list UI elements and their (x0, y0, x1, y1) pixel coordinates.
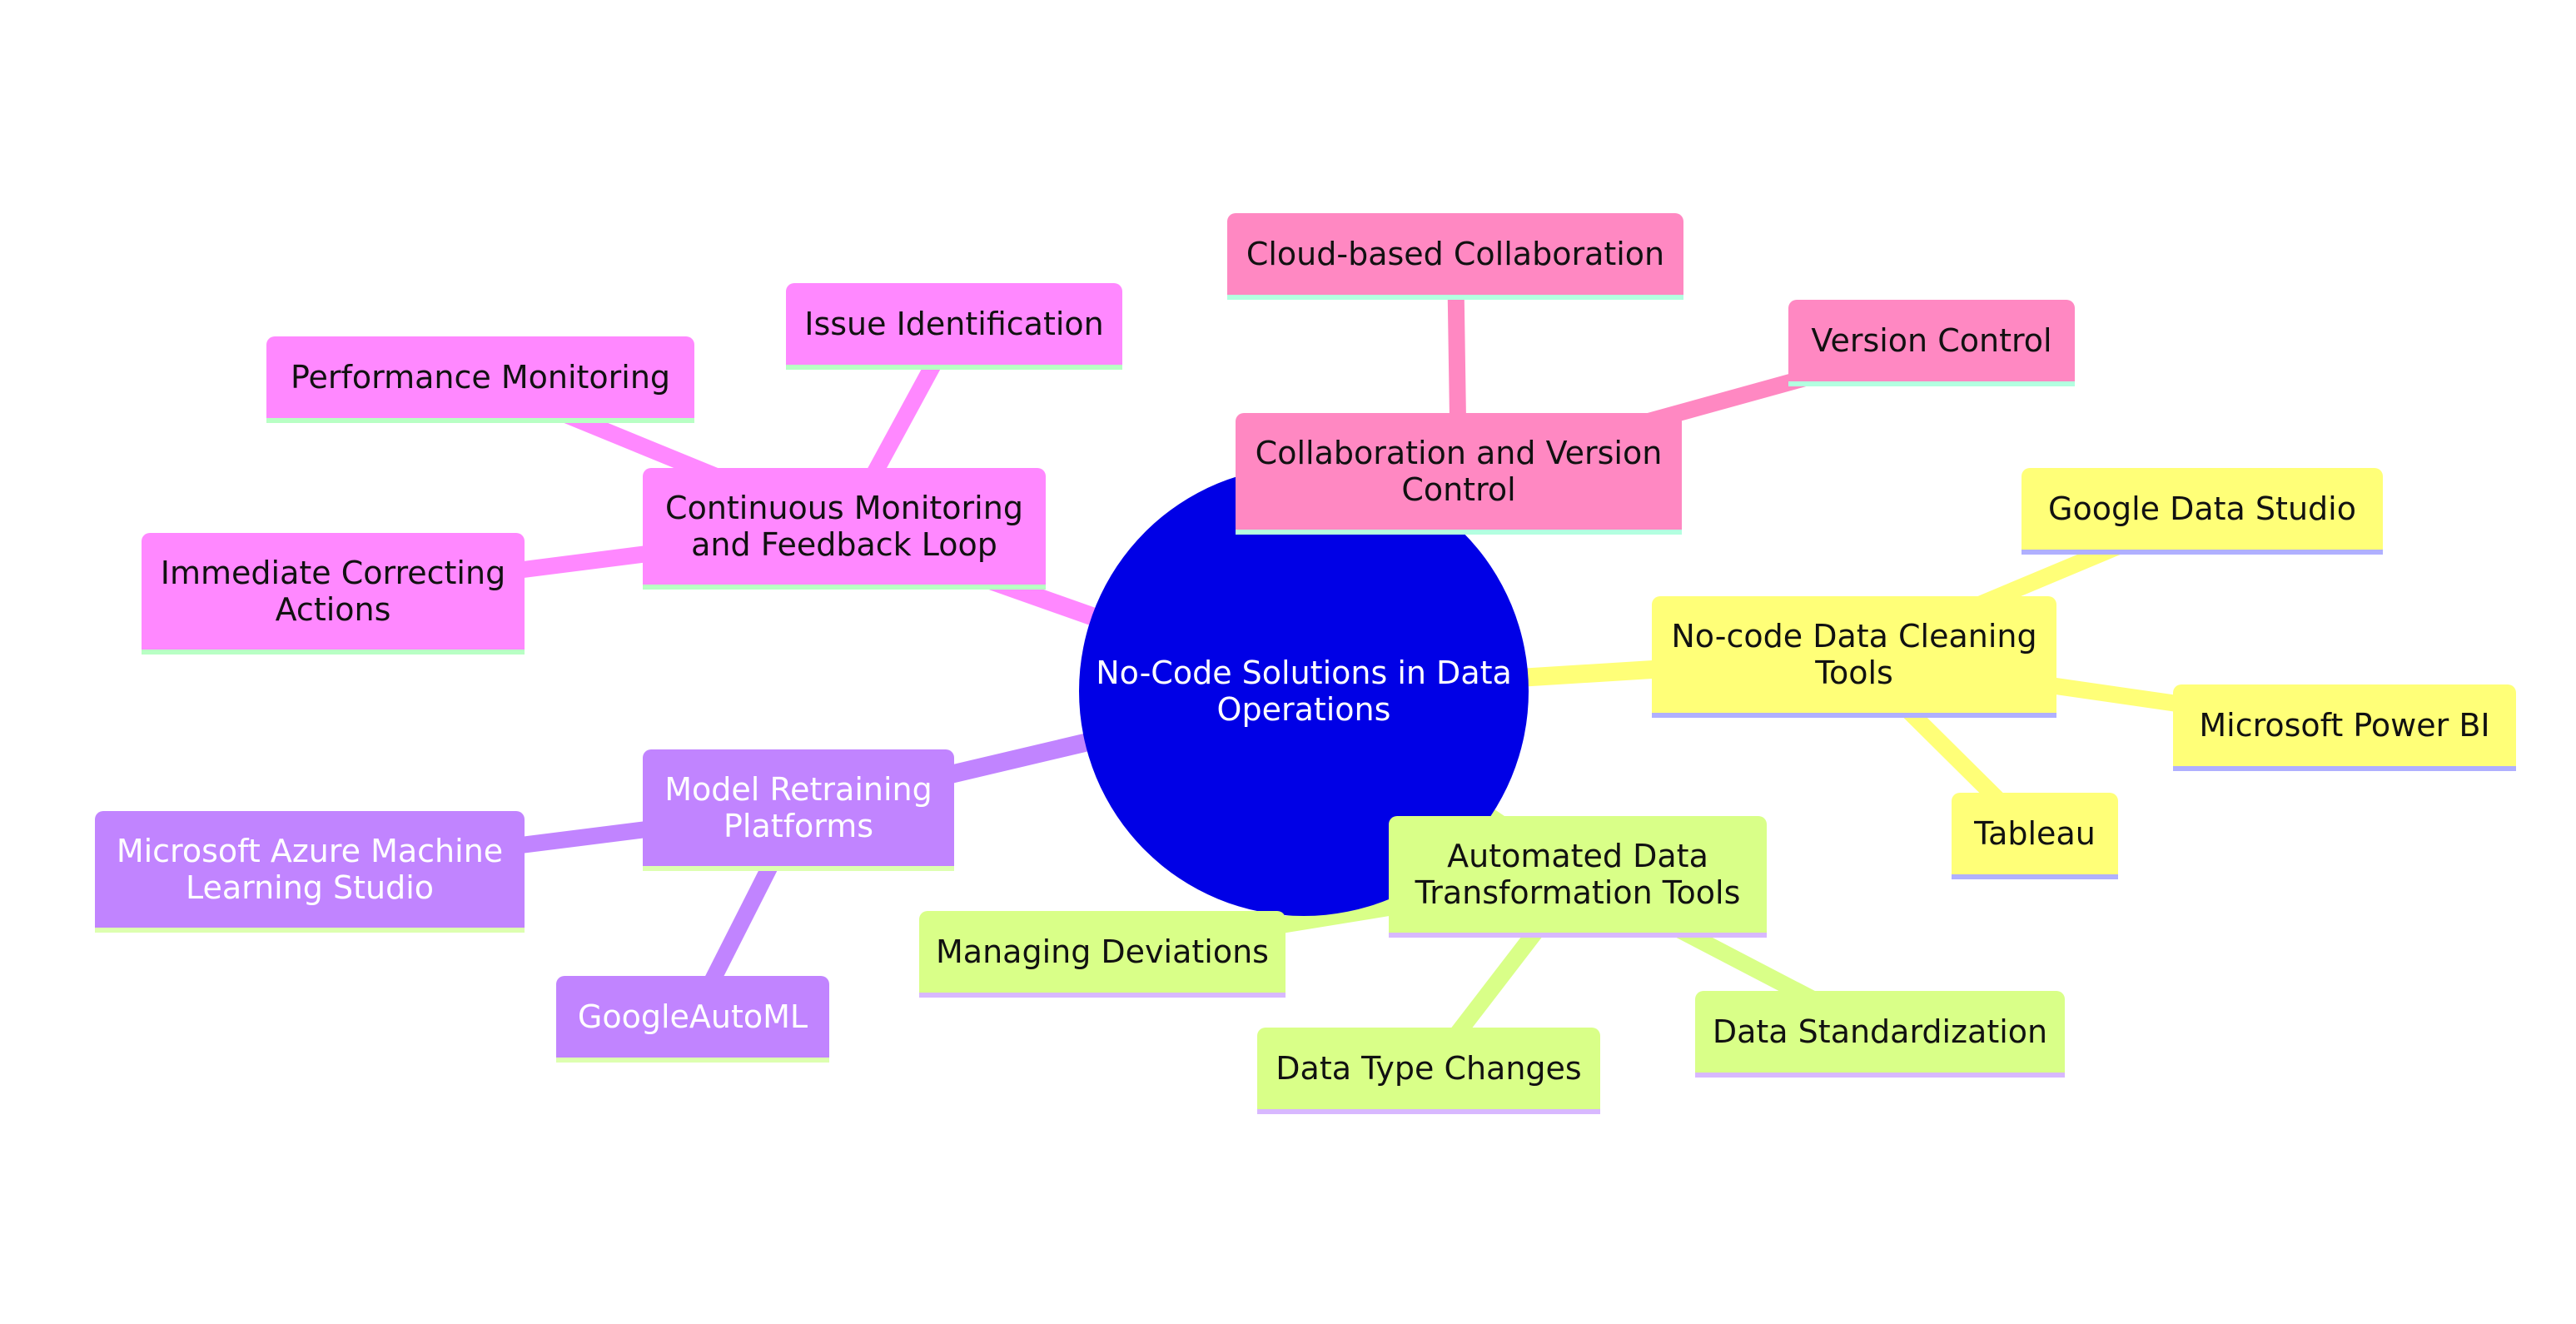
leaf-node-data-standardization[interactable]: Data Standardization (1695, 991, 2065, 1078)
leaf-node-cloud-based-collaboration[interactable]: Cloud-based Collaboration (1227, 213, 1683, 300)
branch-label: Model Retraining Platforms (664, 771, 932, 844)
branch-label: No-code Data Cleaning Tools (1671, 618, 2037, 691)
branch-node-data-cleaning[interactable]: No-code Data Cleaning Tools (1652, 596, 2056, 718)
leaf-label: Microsoft Power BI (2199, 707, 2490, 744)
leaf-label: Version Control (1811, 322, 2052, 359)
branch-label: Automated Data Transformation Tools (1415, 838, 1741, 911)
leaf-label: Google Data Studio (2048, 490, 2356, 527)
branch-label: Continuous Monitoring and Feedback Loop (665, 490, 1023, 563)
leaf-node-data-type-changes[interactable]: Data Type Changes (1257, 1028, 1600, 1114)
branch-node-monitoring[interactable]: Continuous Monitoring and Feedback Loop (643, 468, 1046, 590)
branch-node-model-retraining[interactable]: Model Retraining Platforms (643, 749, 954, 871)
leaf-node-performance-monitoring[interactable]: Performance Monitoring (266, 336, 694, 423)
leaf-label: Microsoft Azure Machine Learning Studio (116, 833, 504, 906)
leaf-label: Managing Deviations (936, 933, 1269, 970)
leaf-node-immediate-correcting-actions[interactable]: Immediate Correcting Actions (142, 533, 525, 655)
leaf-label: Data Standardization (1712, 1013, 2048, 1050)
leaf-node-issue-identification[interactable]: Issue Identification (786, 283, 1122, 370)
branch-node-collaboration[interactable]: Collaboration and Version Control (1236, 413, 1682, 535)
leaf-label: Data Type Changes (1276, 1050, 1582, 1087)
leaf-node-version-control[interactable]: Version Control (1788, 300, 2075, 386)
root-label: No-Code Solutions in Data Operations (1096, 655, 1512, 728)
leaf-label: GoogleAutoML (577, 998, 808, 1035)
leaf-label: Cloud-based Collaboration (1246, 236, 1665, 272)
leaf-label: Performance Monitoring (290, 359, 671, 396)
branch-label: Collaboration and Version Control (1255, 435, 1663, 508)
leaf-label: Tableau (1974, 815, 2096, 852)
leaf-node-managing-deviations[interactable]: Managing Deviations (919, 911, 1286, 998)
leaf-node-google-data-studio[interactable]: Google Data Studio (2022, 468, 2383, 555)
leaf-node-microsoft-power-bi[interactable]: Microsoft Power BI (2173, 684, 2516, 771)
leaf-node-google-automl[interactable]: GoogleAutoML (556, 976, 829, 1063)
leaf-node-tableau[interactable]: Tableau (1952, 793, 2118, 879)
branch-node-data-transformation[interactable]: Automated Data Transformation Tools (1389, 816, 1767, 938)
leaf-label: Immediate Correcting Actions (160, 555, 506, 628)
leaf-node-azure-ml-studio[interactable]: Microsoft Azure Machine Learning Studio (95, 811, 525, 933)
leaf-label: Issue Identification (804, 306, 1104, 342)
